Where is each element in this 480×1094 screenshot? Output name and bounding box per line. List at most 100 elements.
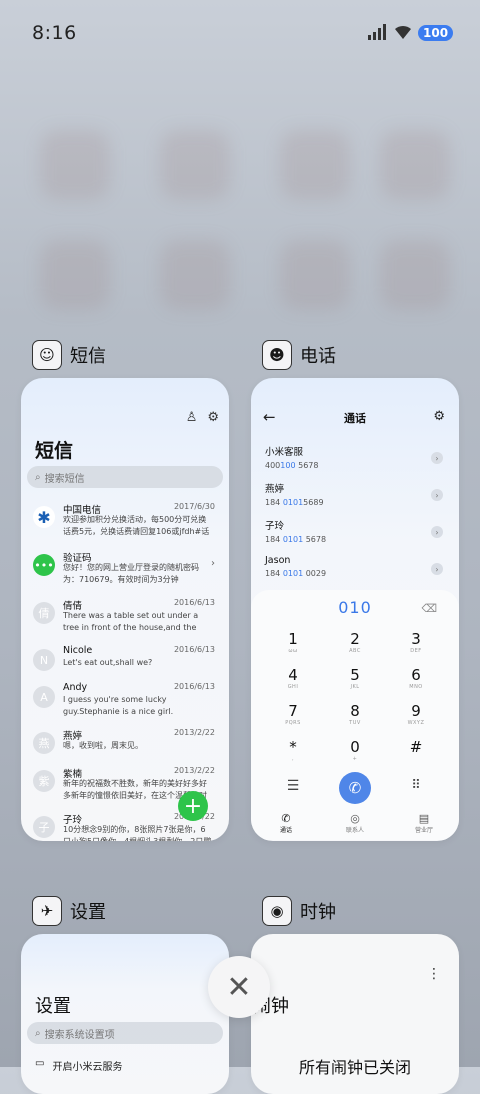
phone-app-icon: ☻ [262, 340, 292, 370]
avatar: 倩 [33, 602, 55, 624]
app-label-clock[interactable]: ◉ 时钟 [262, 896, 336, 926]
thumbs-up-icon[interactable]: ♙ [186, 410, 198, 425]
dialpad: 010 ⌫ 1 ωω 2 ABC 3 DEF 4 GHI 5 JKL 6 MNO 7 PQRS… [251, 590, 459, 840]
app-name: 短信 [70, 346, 106, 367]
new-message-button[interactable]: + [178, 791, 208, 821]
contact-row[interactable]: 燕婷 184 01015689 › [265, 481, 445, 511]
list-item-label: 开启小米云服务 [52, 1062, 123, 1073]
settings-app-icon: ✈ [32, 896, 62, 926]
dial-key-8[interactable]: 8 TUV [330, 702, 380, 726]
app-name: 时钟 [300, 902, 336, 923]
dial-key-1[interactable]: 1 ωω [268, 630, 318, 654]
list-item[interactable]: ••• 验证码 › 您好！您的网上营业厅登录的随机密码为：710679。有效时间… [21, 550, 229, 590]
message-date: 2013/2/22 [173, 728, 215, 737]
grid-icon[interactable]: ⠿ [391, 778, 441, 793]
list-item[interactable]: ▭ 开启小米云服务 [35, 1058, 122, 1073]
contact-name: 燕婷 [265, 484, 285, 495]
contact-number: 184 01015689 [265, 498, 324, 507]
phone-card[interactable]: ← 通话 ⚙ 小米客服 400100 5678 › 燕婷 184 0101568… [251, 378, 459, 841]
bottom-tab-bar: ✆ 通话 ◎ 联系人 ▤ 营业厅 [251, 812, 459, 840]
chevron-right-icon[interactable]: › [431, 563, 443, 575]
cloud-icon: ▭ [35, 1058, 45, 1069]
close-all-button[interactable]: ✕ [208, 956, 270, 1018]
app-label-phone[interactable]: ☻ 电话 [262, 340, 336, 370]
dial-key-4[interactable]: 4 GHI [268, 666, 318, 690]
list-item[interactable]: 倩 倩倩 2016/6/13 There was a table set out… [21, 598, 229, 638]
sms-toolbar: ♙ ⚙ [186, 410, 219, 425]
avatar: 子 [33, 816, 55, 838]
dial-key-2[interactable]: 2 ABC [330, 630, 380, 654]
tab-contacts[interactable]: ◎ 联系人 [330, 812, 380, 834]
message-date: 2016/6/13 [173, 598, 215, 607]
chevron-right-icon[interactable]: › [431, 526, 443, 538]
clock-card[interactable]: ⋮ 闹钟 所有闹钟已关闭 [251, 934, 459, 1094]
message-preview: Let's eat out,shall we? [63, 658, 153, 667]
dial-key-9[interactable]: 9 WXYZ [391, 702, 441, 726]
list-item[interactable]: 燕 燕婷 2013/2/22 嗯，收到啦，周末见。 [21, 728, 229, 768]
wallpaper-blob [40, 130, 110, 200]
contact-number: 184 0101 0029 [265, 569, 327, 578]
chevron-right-icon[interactable]: › [431, 489, 443, 501]
settings-card[interactable]: 设置 ⌕ 搜索系统设置项 ▭ 开启小米云服务 [21, 934, 229, 1094]
dial-key-5[interactable]: 5 JKL [330, 666, 380, 690]
message-date: 2016/6/13 [173, 682, 215, 691]
menu-icon[interactable]: ☰ [268, 778, 318, 794]
wallpaper-blob [380, 130, 450, 200]
avatar: N [33, 649, 55, 671]
message-date: 2017/6/30 [173, 502, 215, 511]
list-item[interactable]: ✱ 中国电信 2017/6/30 欢迎参加积分兑换活动，每500分可兑换话费5元… [21, 502, 229, 542]
wallpaper-blob [380, 240, 450, 310]
telecom-logo-icon: ✱ [33, 506, 55, 528]
message-preview: I guess you're some lucky guy.Stephanie … [63, 695, 174, 716]
list-item[interactable]: N Nicole 2016/6/13 Let's eat out,shall w… [21, 645, 229, 685]
more-icon[interactable]: ⋮ [427, 966, 441, 982]
dial-key-3[interactable]: 3 DEF [391, 630, 441, 654]
store-icon: ▤ [418, 812, 430, 825]
contact-row[interactable]: 子玲 184 0101 5678 › [265, 518, 445, 548]
message-preview: 欢迎参加积分兑换活动，每500分可兑换话费5元，兑换话费请回复106或jfdh#… [63, 515, 210, 536]
search-icon: ⌕ [35, 471, 41, 483]
messages-app-icon: ☺ [32, 340, 62, 370]
app-name: 设置 [70, 902, 106, 923]
app-label-messages[interactable]: ☺ 短信 [32, 340, 106, 370]
status-bar: 8:16 100 [0, 0, 480, 64]
app-label-settings[interactable]: ✈ 设置 [32, 896, 106, 926]
message-preview: 10分想念9别的你，8张照片7张是你，6只小狗5只像你，4根烟头3根剩你，2只鹦… [63, 825, 211, 841]
messages-card[interactable]: ♙ ⚙ 短信 ⌕ 搜索短信 ✱ 中国电信 2017/6/30 欢迎参加积分兑换活… [21, 378, 229, 841]
phone-icon: ✆ [281, 812, 291, 825]
list-item[interactable]: A Andy 2016/6/13 I guess you're some luc… [21, 682, 229, 722]
dial-key-6[interactable]: 6 MNO [391, 666, 441, 690]
contact-name: Jason [265, 555, 291, 566]
chevron-right-icon[interactable]: › [431, 452, 443, 464]
dial-key-hash[interactable]: # [391, 738, 441, 756]
search-placeholder: 搜索短信 [44, 473, 85, 485]
message-preview: 您好！您的网上营业厅登录的随机密码为：710679。有效时间为3分钟 [63, 563, 199, 584]
gear-icon[interactable]: ⚙ [433, 409, 445, 424]
page-title: 短信 [35, 440, 74, 462]
dial-key-7[interactable]: 7 PQRS [268, 702, 318, 726]
contact-number: 184 0101 5678 [265, 535, 327, 544]
message-preview: 嗯，收到啦，周末见。 [63, 741, 143, 750]
clock-app-icon: ◉ [262, 896, 292, 926]
call-button[interactable]: ✆ [339, 772, 371, 804]
dial-key-0[interactable]: 0 + [330, 738, 380, 762]
avatar: A [33, 686, 55, 708]
message-date: 2013/2/22 [173, 766, 215, 775]
sender-name: Andy [63, 682, 88, 693]
search-input[interactable]: ⌕ 搜索系统设置项 [27, 1022, 223, 1044]
contact-row[interactable]: 小米客服 400100 5678 › [265, 444, 445, 474]
backspace-icon[interactable]: ⌫ [421, 602, 437, 615]
search-input[interactable]: ⌕ 搜索短信 [27, 466, 223, 488]
status-time: 8:16 [32, 22, 77, 44]
tab-calls[interactable]: ✆ 通话 [261, 812, 311, 834]
tab-service-hall[interactable]: ▤ 营业厅 [399, 812, 449, 834]
close-icon: ✕ [226, 969, 252, 1005]
sender-name: Nicole [63, 645, 93, 656]
phone-header: ← 通话 ⚙ [251, 408, 459, 428]
contact-row[interactable]: Jason 184 0101 0029 › [265, 555, 445, 585]
contact-icon: ◎ [350, 812, 360, 825]
dial-key-star[interactable]: *, [268, 738, 318, 762]
gear-icon[interactable]: ⚙ [207, 410, 219, 425]
page-title: 设置 [35, 996, 71, 1017]
signal-icon [368, 24, 386, 40]
